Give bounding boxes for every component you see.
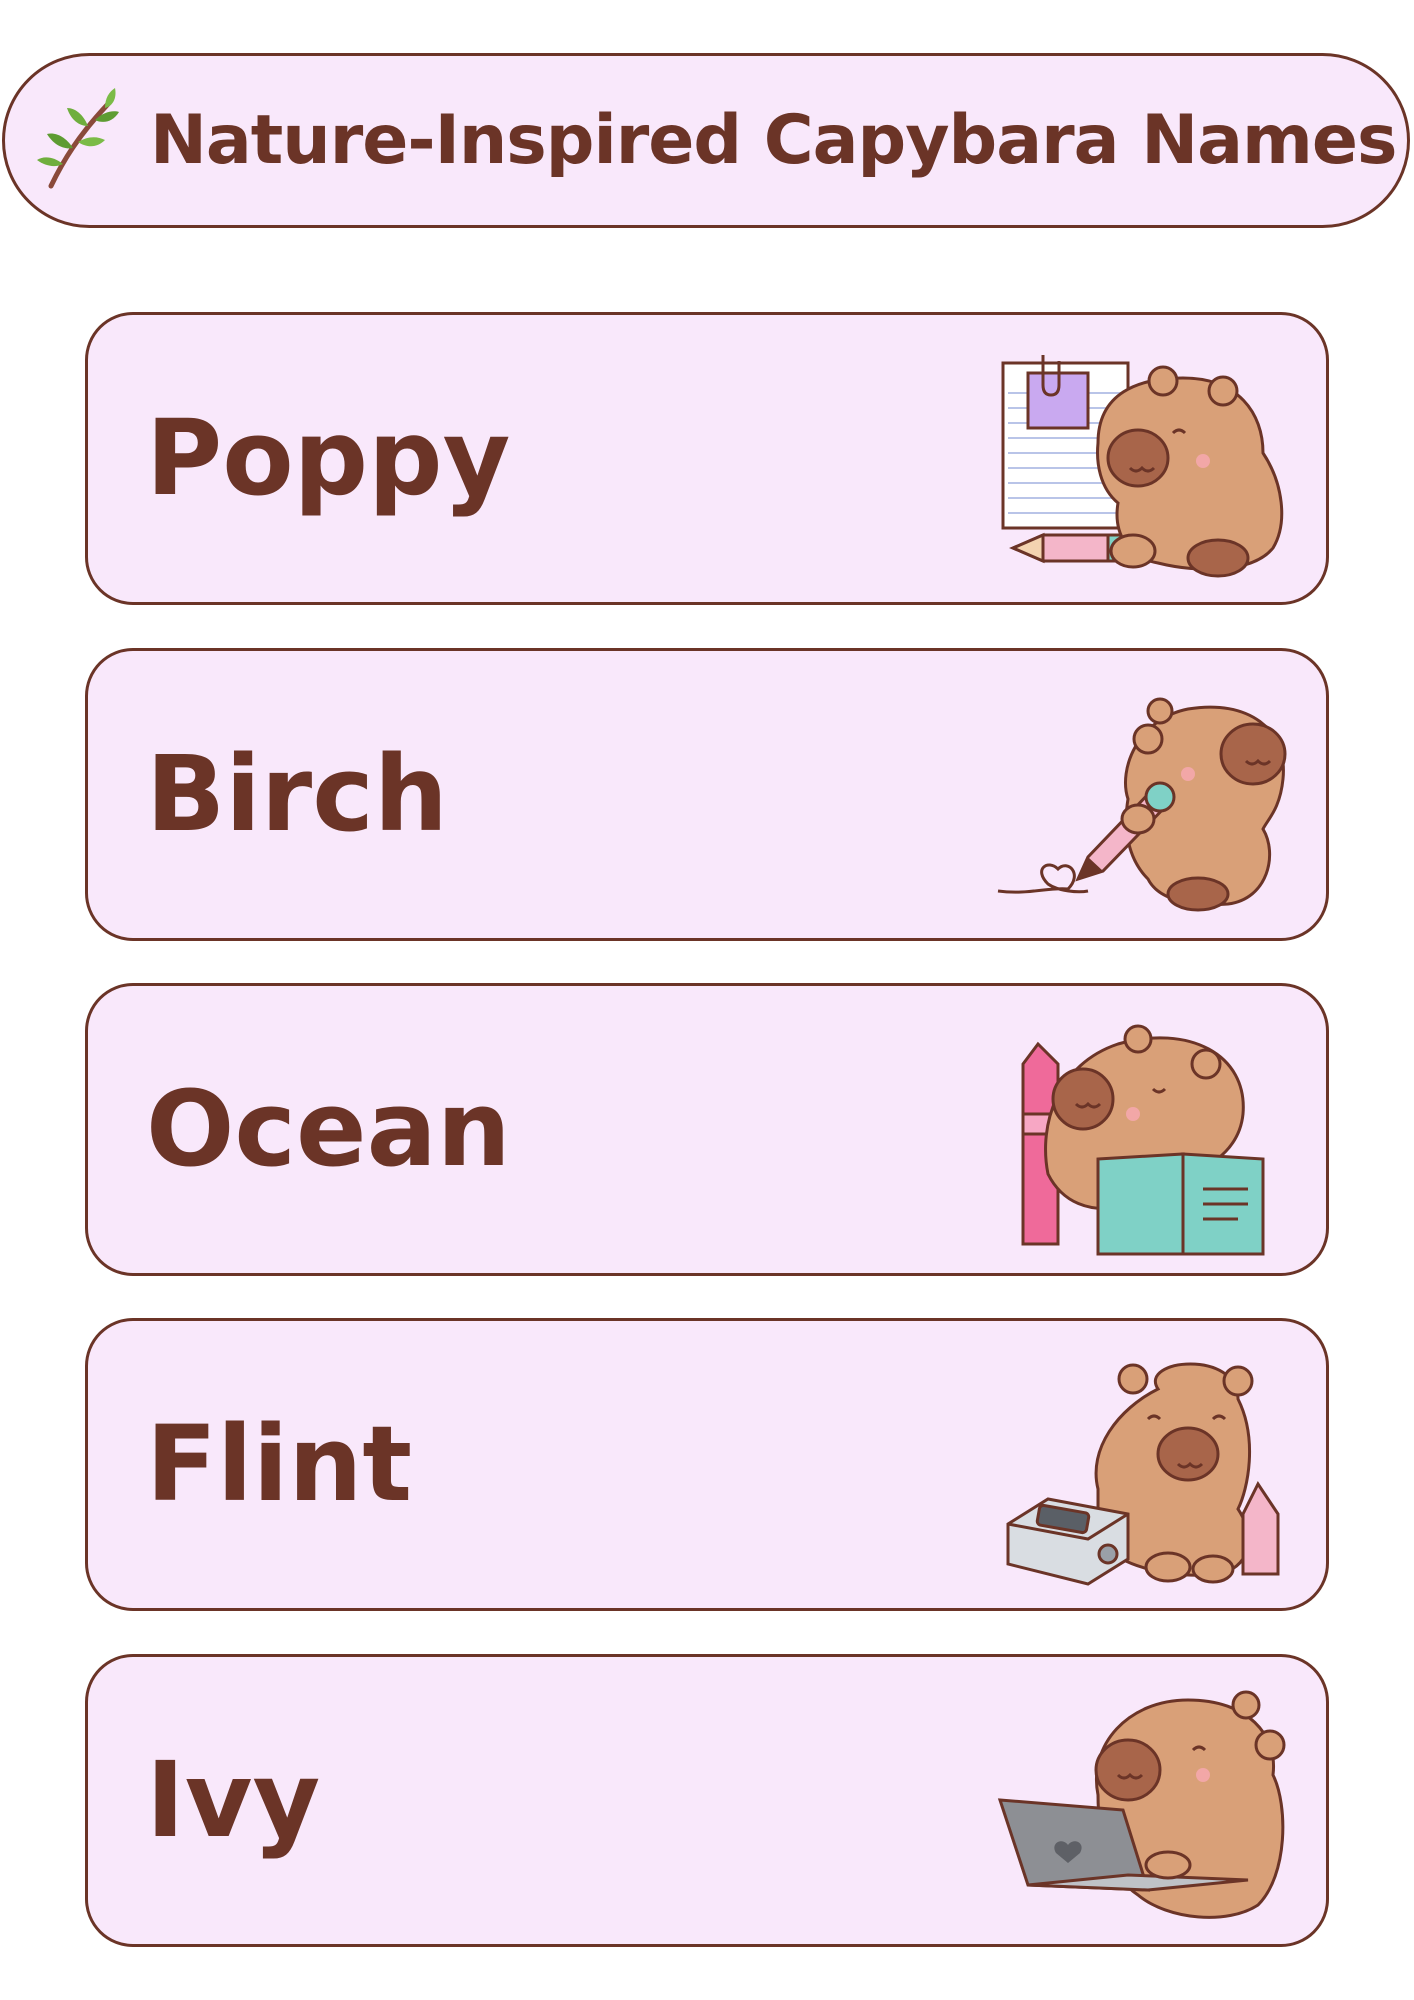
name-card: Ivy — [85, 1654, 1329, 1947]
name-label: Ocean — [146, 1068, 511, 1190]
name-card: Birch — [85, 648, 1329, 941]
name-label: Ivy — [146, 1739, 321, 1861]
capybara-sharpener-illustration — [988, 1339, 1298, 1591]
capybara-drawing-illustration — [988, 669, 1298, 921]
name-label: Flint — [146, 1403, 413, 1525]
capybara-reading-illustration — [988, 1004, 1298, 1256]
name-label: Birch — [146, 733, 448, 855]
name-card: Poppy — [85, 312, 1329, 605]
name-card: Ocean — [85, 983, 1329, 1276]
name-card: Flint — [85, 1318, 1329, 1611]
name-label: Poppy — [146, 397, 511, 519]
name-card-list: Poppy Birch Ocean Flint Ivy — [0, 0, 1414, 2000]
capybara-notepad-illustration — [988, 333, 1298, 585]
capybara-laptop-illustration — [988, 1675, 1298, 1927]
